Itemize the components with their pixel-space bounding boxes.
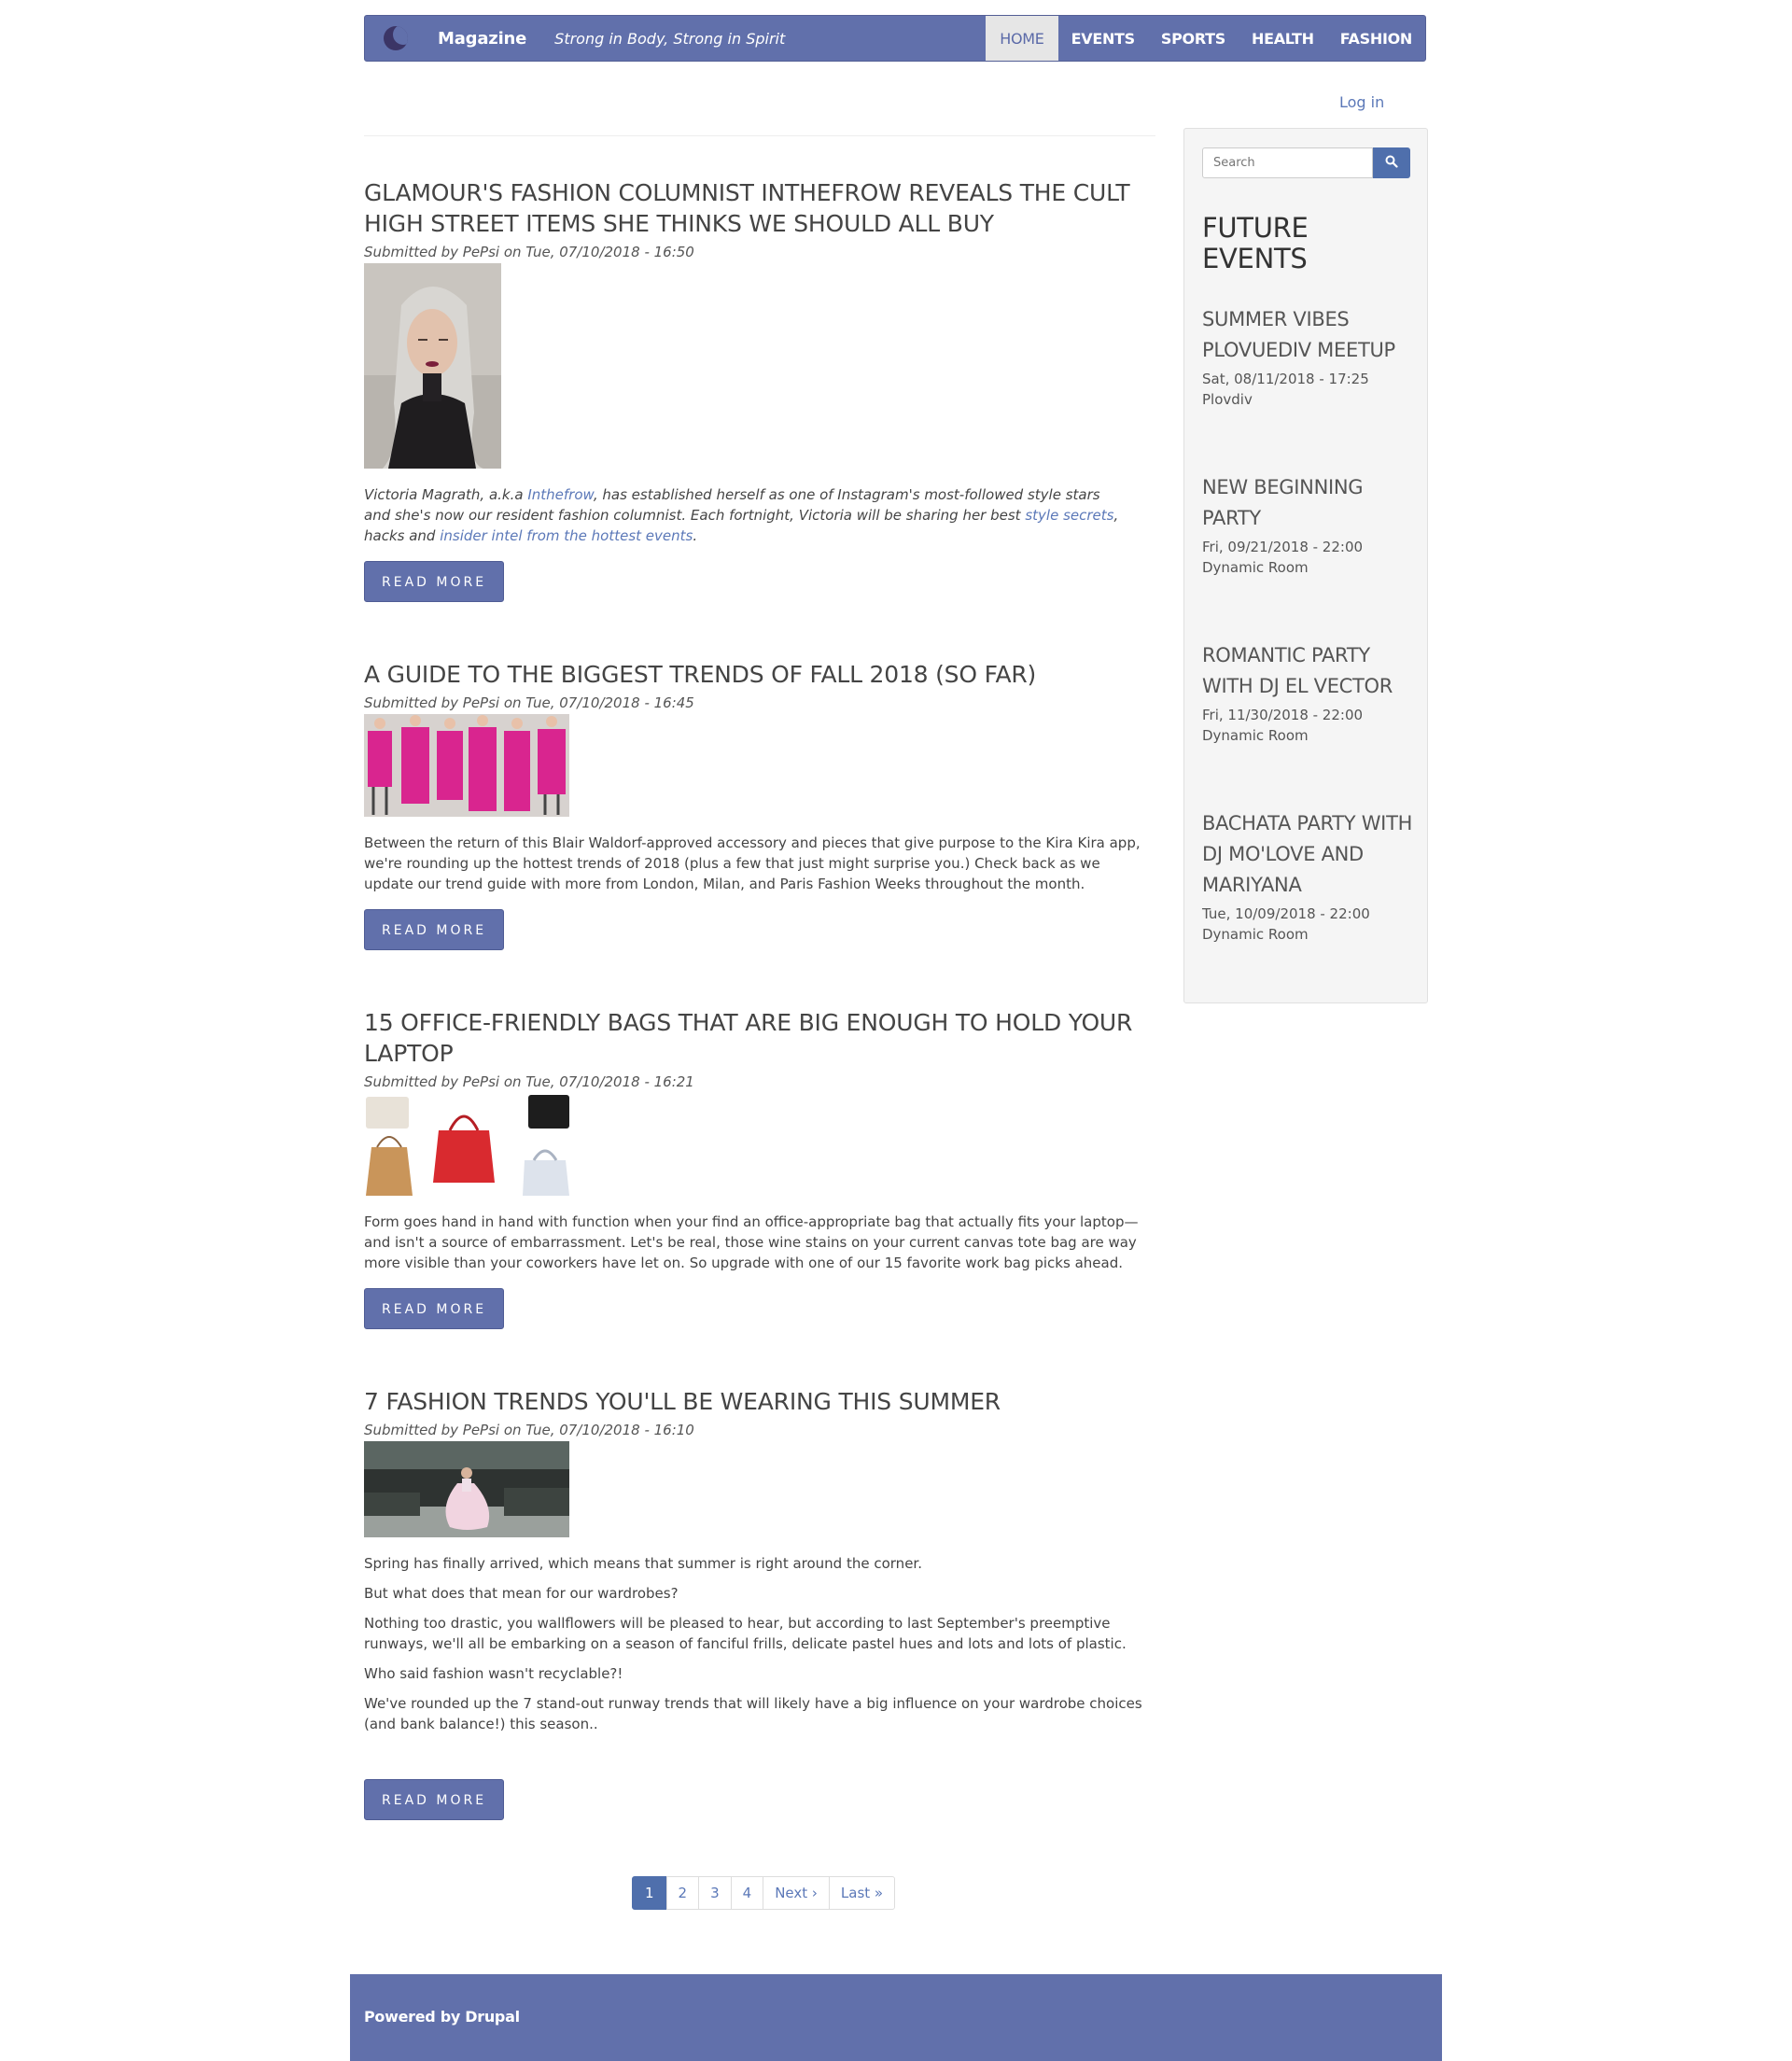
article-meta: Submitted by PePsi on Tue, 07/10/2018 - … [364, 1073, 694, 1090]
body-paragraph: We've rounded up the 7 stand-out runway … [364, 1695, 1142, 1732]
read-more-button[interactable]: READ MORE [364, 909, 505, 950]
event-item: SUMMER VIBES PLOVUEDIV MEETUP Sat, 08/11… [1202, 304, 1417, 410]
article: A GUIDE TO THE BIGGEST TRENDS OF FALL 20… [364, 659, 1155, 950]
event-item: NEW BEGINNING PARTY Fri, 09/21/2018 - 22… [1202, 472, 1417, 578]
article-body: Spring has finally arrived, which means … [364, 1553, 1148, 1734]
body-text: . [693, 527, 698, 544]
pager-next[interactable]: Next › [763, 1876, 830, 1910]
body-paragraph: Who said fashion wasn't recyclable?! [364, 1665, 623, 1682]
main-content: GLAMOUR'S FASHION COLUMNIST INTHEFROW RE… [364, 135, 1155, 1820]
article-body: Between the return of this Blair Waldorf… [364, 834, 1141, 892]
article-image[interactable] [364, 714, 1155, 820]
event-date: Tue, 10/09/2018 - 22:00 [1202, 905, 1370, 922]
search-button[interactable] [1373, 147, 1410, 178]
event-location: Dynamic Room [1202, 559, 1309, 576]
body-paragraph: Nothing too drastic, you wallflowers wil… [364, 1615, 1127, 1652]
article-image[interactable] [364, 1441, 1155, 1541]
event-location: Dynamic Room [1202, 926, 1309, 943]
article-title[interactable]: 7 FASHION TRENDS YOU'LL BE WEARING THIS … [364, 1386, 1155, 1417]
menu-item-health[interactable]: HEALTH [1239, 16, 1327, 61]
article-meta: Submitted by PePsi on Tue, 07/10/2018 - … [364, 694, 694, 711]
event-date: Fri, 11/30/2018 - 22:00 [1202, 707, 1364, 723]
sidebar: FUTURE EVENTS SUMMER VIBES PLOVUEDIV MEE… [1183, 128, 1428, 1003]
article: 7 FASHION TRENDS YOU'LL BE WEARING THIS … [364, 1386, 1155, 1820]
read-more-button[interactable]: READ MORE [364, 1288, 505, 1329]
menu-item-fashion[interactable]: FASHION [1327, 16, 1425, 61]
future-events-title: FUTURE EVENTS [1202, 212, 1309, 274]
article-title[interactable]: 15 OFFICE-FRIENDLY BAGS THAT ARE BIG ENO… [364, 1007, 1155, 1069]
menu-item-events[interactable]: EVENTS [1058, 16, 1148, 61]
article-body: Victoria Magrath, a.k.a Inthefrow, has e… [364, 484, 1129, 546]
body-paragraph: Spring has finally arrived, which means … [364, 1555, 922, 1572]
event-location: Plovdiv [1202, 391, 1253, 408]
article-body: Form goes hand in hand with function whe… [364, 1213, 1139, 1271]
event-date: Fri, 09/21/2018 - 22:00 [1202, 539, 1364, 555]
navbar: Magazine Strong in Body, Strong in Spiri… [364, 15, 1426, 62]
search-icon [1385, 154, 1398, 172]
pager-item[interactable]: 4 [730, 1876, 764, 1910]
body-text: Victoria Magrath, a.k.a [364, 486, 528, 503]
inthefrow-link[interactable]: Inthefrow [527, 486, 593, 503]
body-paragraph: But what does that mean for our wardrobe… [364, 1585, 679, 1602]
event-date: Sat, 08/11/2018 - 17:25 [1202, 371, 1369, 387]
event-title[interactable]: NEW BEGINNING PARTY [1202, 472, 1417, 534]
article-image[interactable] [364, 263, 1155, 472]
pager-item[interactable]: 3 [698, 1876, 732, 1910]
read-more-button[interactable]: READ MORE [364, 561, 505, 602]
event-title[interactable]: ROMANTIC PARTY WITH DJ EL VECTOR [1202, 640, 1417, 702]
article-meta: Submitted by PePsi on Tue, 07/10/2018 - … [364, 1422, 694, 1438]
powered-by-drupal[interactable]: Powered by Drupal [364, 2008, 520, 2026]
article-image[interactable] [364, 1093, 1155, 1199]
search-input[interactable] [1202, 147, 1373, 178]
pager: 1 2 3 4 Next › Last » [632, 1876, 896, 1910]
menu-item-home[interactable]: HOME [986, 16, 1058, 61]
article: 15 OFFICE-FRIENDLY BAGS THAT ARE BIG ENO… [364, 1007, 1155, 1329]
site-name[interactable]: Magazine [438, 29, 526, 49]
event-location: Dynamic Room [1202, 727, 1309, 744]
event-item: BACHATA PARTY WITH DJ MO'LOVE AND MARIYA… [1202, 808, 1417, 945]
pager-item[interactable]: 2 [665, 1876, 700, 1910]
pager-item-current[interactable]: 1 [632, 1876, 667, 1910]
menu-item-sports[interactable]: SPORTS [1148, 16, 1239, 61]
event-title[interactable]: BACHATA PARTY WITH DJ MO'LOVE AND MARIYA… [1202, 808, 1417, 901]
article-title[interactable]: GLAMOUR'S FASHION COLUMNIST INTHEFROW RE… [364, 177, 1155, 239]
style-secrets-link[interactable]: style secrets [1025, 507, 1113, 524]
event-title[interactable]: SUMMER VIBES PLOVUEDIV MEETUP [1202, 304, 1417, 366]
login-link[interactable]: Log in [1339, 93, 1384, 111]
article-meta: Submitted by PePsi on Tue, 07/10/2018 - … [364, 244, 694, 260]
main-menu: HOME EVENTS SPORTS HEALTH FASHION [986, 16, 1425, 61]
read-more-button[interactable]: READ MORE [364, 1779, 505, 1820]
insider-intel-link[interactable]: insider intel from the hottest events [440, 527, 693, 544]
article: GLAMOUR'S FASHION COLUMNIST INTHEFROW RE… [364, 177, 1155, 602]
search-form [1202, 147, 1410, 178]
article-title[interactable]: A GUIDE TO THE BIGGEST TRENDS OF FALL 20… [364, 659, 1155, 690]
event-item: ROMANTIC PARTY WITH DJ EL VECTOR Fri, 11… [1202, 640, 1417, 746]
pager-last[interactable]: Last » [828, 1876, 896, 1910]
logo-icon[interactable] [384, 26, 408, 50]
footer: Powered by Drupal [350, 1974, 1442, 2061]
site-slogan: Strong in Body, Strong in Spirit [554, 29, 786, 48]
